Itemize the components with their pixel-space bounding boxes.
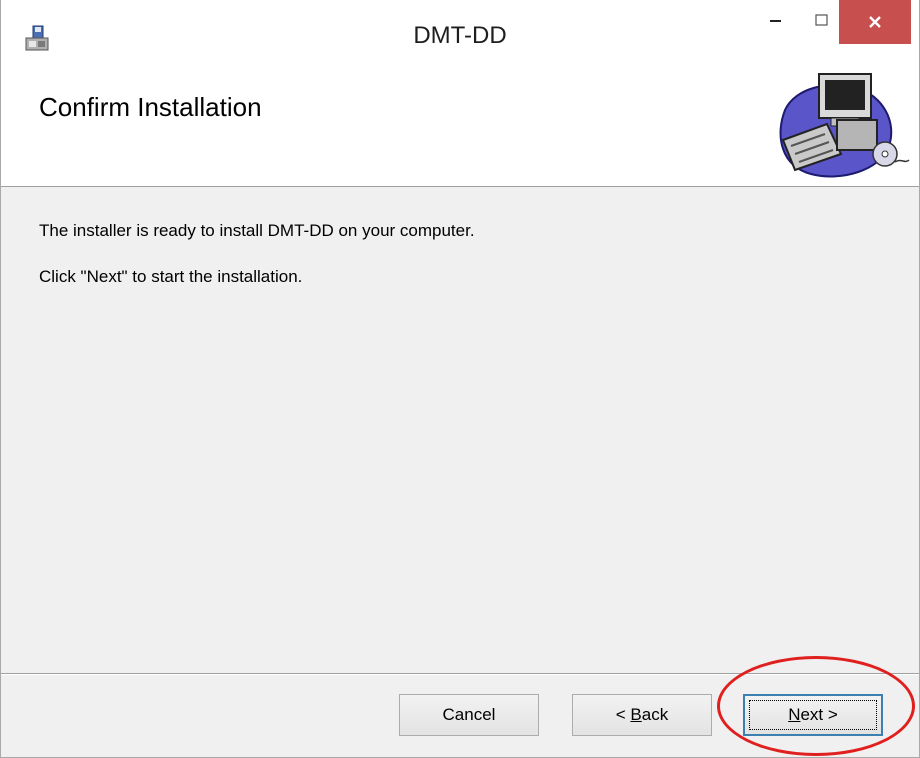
page-title: Confirm Installation	[39, 92, 262, 122]
back-label: < Back	[615, 705, 669, 724]
back-button[interactable]: < Back	[572, 694, 712, 736]
minimize-icon	[770, 20, 781, 22]
instruction-message: Click "Next" to start the installation.	[39, 267, 303, 286]
installer-window: DMT-DD Confirm Installation The installe…	[0, 0, 920, 758]
minimize-button[interactable]	[753, 0, 799, 40]
maximize-icon	[815, 14, 828, 26]
header-panel: Confirm Installation	[1, 62, 919, 187]
cancel-button[interactable]: Cancel	[399, 694, 539, 736]
highlight-circle	[717, 656, 915, 756]
ready-message: The installer is ready to install DMT-DD…	[39, 221, 475, 240]
computer-illustration	[771, 66, 911, 184]
close-icon	[869, 16, 881, 28]
cancel-label: Cancel	[442, 705, 496, 724]
close-button[interactable]	[839, 0, 911, 44]
